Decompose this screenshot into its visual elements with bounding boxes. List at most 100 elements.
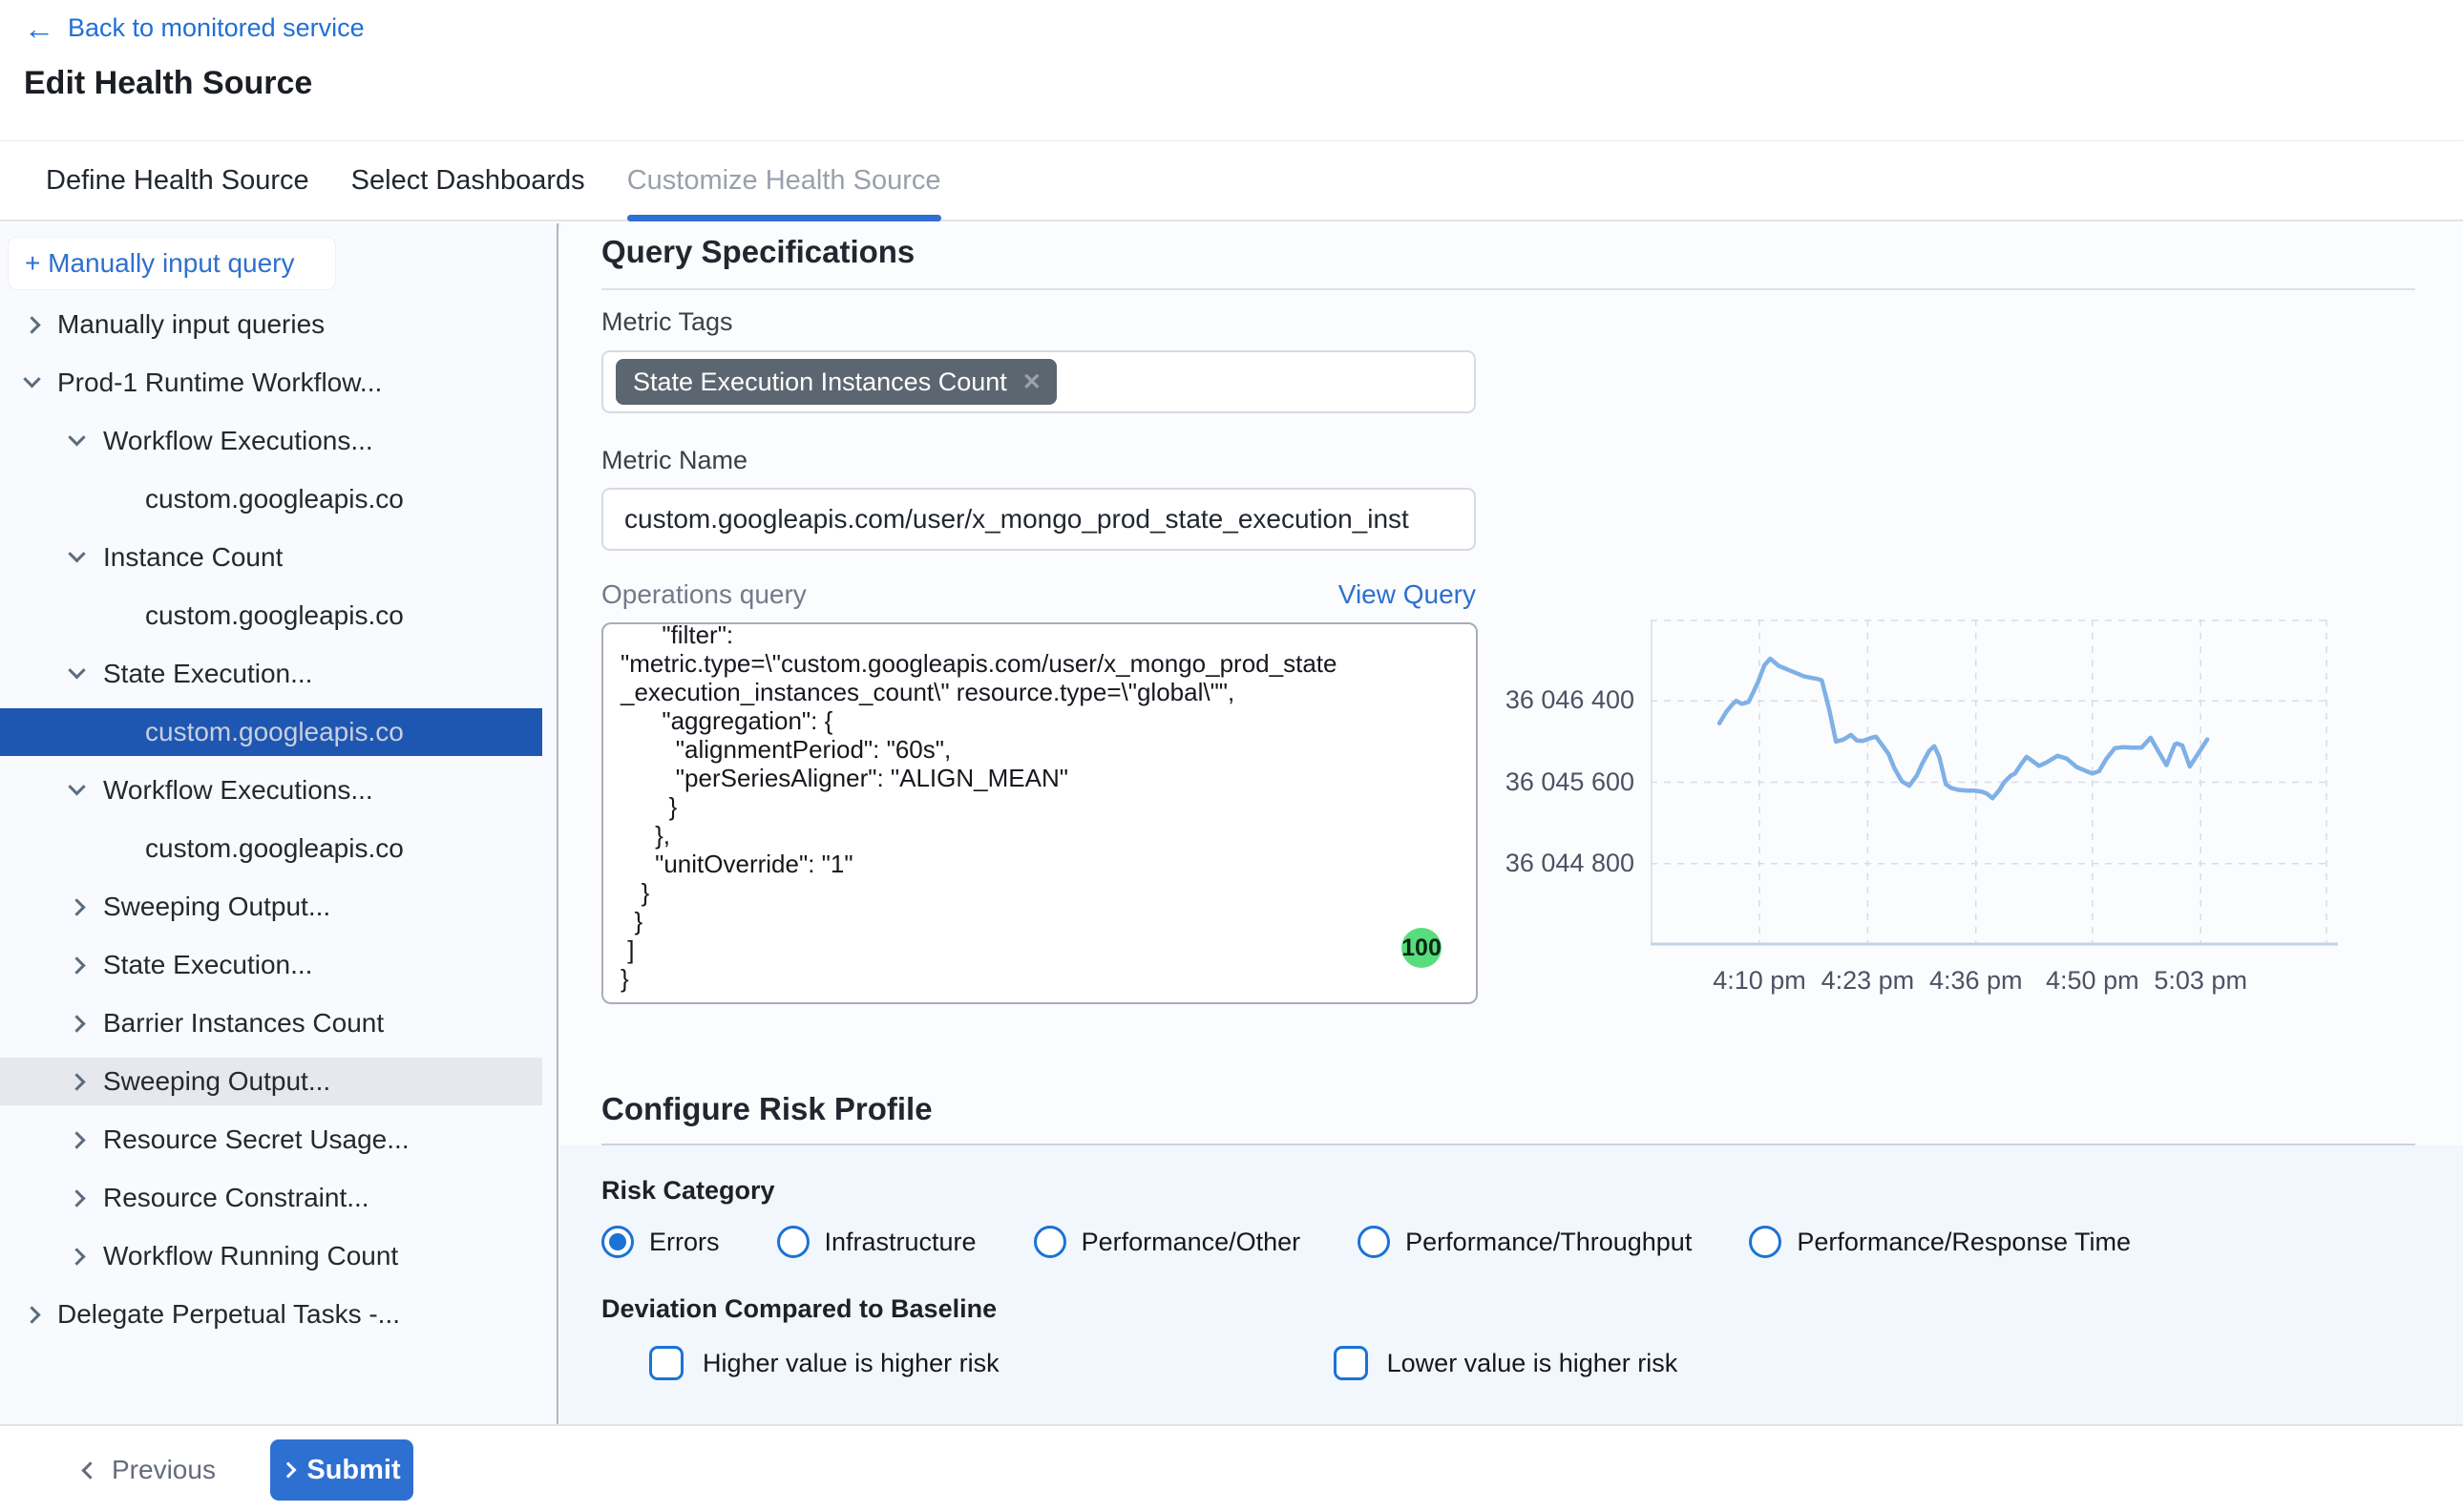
radio-icon[interactable] (601, 1226, 634, 1258)
submit-button[interactable]: Submit (270, 1439, 413, 1501)
tree-item-label: Resource Constraint... (103, 1183, 369, 1213)
metric-name-value: custom.googleapis.com/user/x_mongo_prod_… (624, 504, 1409, 535)
tree-item-label: Manually input queries (57, 309, 325, 340)
chart-y-tick-label: 36 045 600 (1505, 767, 1634, 797)
previous-button-label: Previous (112, 1455, 216, 1485)
page: ← Back to monitored service Edit Health … (0, 0, 2463, 1512)
chevron-down-icon[interactable] (68, 662, 85, 679)
chart-x-tick-label: 5:03 pm (2154, 966, 2247, 996)
back-link[interactable]: ← Back to monitored service (24, 13, 365, 43)
metric-tag-chip: State Execution Instances Count ✕ (616, 359, 1057, 405)
radio-icon[interactable] (1749, 1226, 1781, 1258)
metric-tag-chip-label: State Execution Instances Count (633, 368, 1007, 397)
previous-button[interactable]: Previous (84, 1439, 216, 1501)
risk-radio-errors[interactable]: Errors (601, 1226, 720, 1258)
tree-item-label: custom.googleapis.co (145, 600, 404, 631)
chevron-right-icon[interactable] (68, 1189, 85, 1207)
tree-item[interactable]: custom.googleapis.co (0, 592, 557, 640)
chart-x-tick-label: 4:36 pm (1929, 966, 2023, 996)
header: ← Back to monitored service Edit Health … (0, 0, 2463, 140)
chart-x-tick-label: 4:10 pm (1713, 966, 1806, 996)
page-title: Edit Health Source (24, 65, 312, 102)
tree-item[interactable]: Workflow Running Count (0, 1232, 557, 1280)
tree-item[interactable]: Delegate Perpetual Tasks -... (0, 1291, 557, 1338)
tree-item[interactable]: State Execution... (0, 941, 557, 989)
tree-item-label: State Execution... (103, 659, 312, 689)
risk-radio-performance-other[interactable]: Performance/Other (1034, 1226, 1301, 1258)
metric-name-input[interactable]: custom.googleapis.com/user/x_mongo_prod_… (601, 488, 1476, 551)
chevron-left-icon (81, 1461, 98, 1479)
chevron-down-icon[interactable] (68, 778, 85, 795)
chevron-right-icon[interactable] (68, 1015, 85, 1032)
tree-item[interactable]: State Execution... (0, 650, 557, 698)
radio-icon[interactable] (1034, 1226, 1066, 1258)
close-icon[interactable]: ✕ (1022, 368, 1042, 396)
chart-line (1719, 659, 2207, 798)
chevron-right-icon[interactable] (68, 898, 85, 915)
tree-item-label: Workflow Executions... (103, 775, 373, 806)
chevron-right-icon[interactable] (68, 1073, 85, 1090)
query-score-badge: 100 (1401, 928, 1442, 968)
chevron-down-icon[interactable] (23, 370, 40, 388)
chart-plot (1651, 620, 2340, 951)
chevron-right-icon[interactable] (68, 1248, 85, 1265)
tree-item[interactable]: Barrier Instances Count (0, 999, 557, 1047)
chart-y-tick-label: 36 044 800 (1505, 849, 1634, 878)
chevron-right-icon[interactable] (68, 956, 85, 974)
tree-item-label: custom.googleapis.co (145, 484, 404, 514)
tab-select-dashboards[interactable]: Select Dashboards (351, 141, 585, 220)
tree-item[interactable]: Sweeping Output... (0, 1058, 542, 1105)
tree-item-label: custom.googleapis.co (145, 833, 404, 864)
tree-item-label: Barrier Instances Count (103, 1008, 384, 1039)
deviation-checkbox-lower-value-is-higher-risk[interactable]: Lower value is higher risk (1334, 1346, 1678, 1380)
tree-item[interactable]: Prod-1 Runtime Workflow... (0, 359, 557, 407)
tree-item[interactable]: custom.googleapis.co (0, 708, 542, 756)
deviation-checkbox-higher-value-is-higher-risk[interactable]: Higher value is higher risk (649, 1346, 1000, 1380)
section-title-risk-profile: Configure Risk Profile (601, 1091, 933, 1127)
deviation-options: Higher value is higher risk Lower value i… (649, 1346, 1677, 1380)
checkbox-label: Lower value is higher risk (1387, 1349, 1678, 1378)
section-title-query-specifications: Query Specifications (601, 234, 915, 270)
tree-item-label: Sweeping Output... (103, 892, 330, 922)
chart-y-tick-label: 36 046 400 (1505, 685, 1634, 715)
radio-label: Performance/Other (1082, 1228, 1301, 1257)
chevron-down-icon[interactable] (68, 545, 85, 562)
risk-panel: Risk Category ErrorsInfrastructurePerfor… (560, 1145, 2463, 1424)
query-tree: Manually input queries Prod-1 Runtime Wor… (0, 301, 557, 1338)
tab-customize-health-source[interactable]: Customize Health Source (627, 141, 941, 220)
main-content: Query Specifications Metric Tags State E… (560, 223, 2463, 1424)
radio-label: Performance/Response Time (1797, 1228, 2131, 1257)
chevron-right-icon[interactable] (68, 1131, 85, 1148)
radio-icon[interactable] (1358, 1226, 1390, 1258)
tree-item[interactable]: custom.googleapis.co (0, 475, 557, 523)
chevron-right-icon[interactable] (23, 1306, 40, 1323)
tree-item[interactable]: Instance Count (0, 534, 557, 581)
tree-item[interactable]: Manually input queries (0, 301, 557, 348)
tree-item[interactable]: Workflow Executions... (0, 417, 557, 465)
chevron-down-icon[interactable] (68, 429, 85, 446)
metric-name-label: Metric Name (601, 446, 747, 475)
radio-icon[interactable] (777, 1226, 810, 1258)
checkbox-label: Higher value is higher risk (703, 1349, 1000, 1378)
risk-radio-performance-response-time[interactable]: Performance/Response Time (1749, 1226, 2131, 1258)
metric-tags-input[interactable]: State Execution Instances Count ✕ (601, 350, 1476, 413)
tree-item-label: Workflow Executions... (103, 426, 373, 456)
checkbox-icon[interactable] (649, 1346, 684, 1380)
tree-item[interactable]: Sweeping Output... (0, 883, 557, 931)
tree-item[interactable]: Workflow Executions... (0, 766, 557, 814)
radio-label: Errors (649, 1228, 720, 1257)
tree-item[interactable]: custom.googleapis.co (0, 825, 557, 872)
view-query-link[interactable]: View Query (601, 579, 1476, 610)
tab-define-health-source[interactable]: Define Health Source (46, 141, 309, 220)
chevron-right-icon[interactable] (23, 316, 40, 333)
risk-radio-performance-throughput[interactable]: Performance/Throughput (1358, 1226, 1692, 1258)
checkbox-icon[interactable] (1334, 1346, 1368, 1380)
tree-item[interactable]: Resource Constraint... (0, 1174, 557, 1222)
risk-radio-infrastructure[interactable]: Infrastructure (777, 1226, 977, 1258)
sidebar: + Manually input query Manually input qu… (0, 223, 558, 1424)
metric-tags-label: Metric Tags (601, 307, 733, 337)
add-query-button[interactable]: + Manually input query (8, 237, 336, 290)
tree-item[interactable]: Resource Secret Usage... (0, 1116, 557, 1164)
chevron-right-icon (281, 1462, 297, 1479)
operations-query-box[interactable]: "filter": "metric.type=\"custom.googleap… (601, 622, 1478, 1004)
